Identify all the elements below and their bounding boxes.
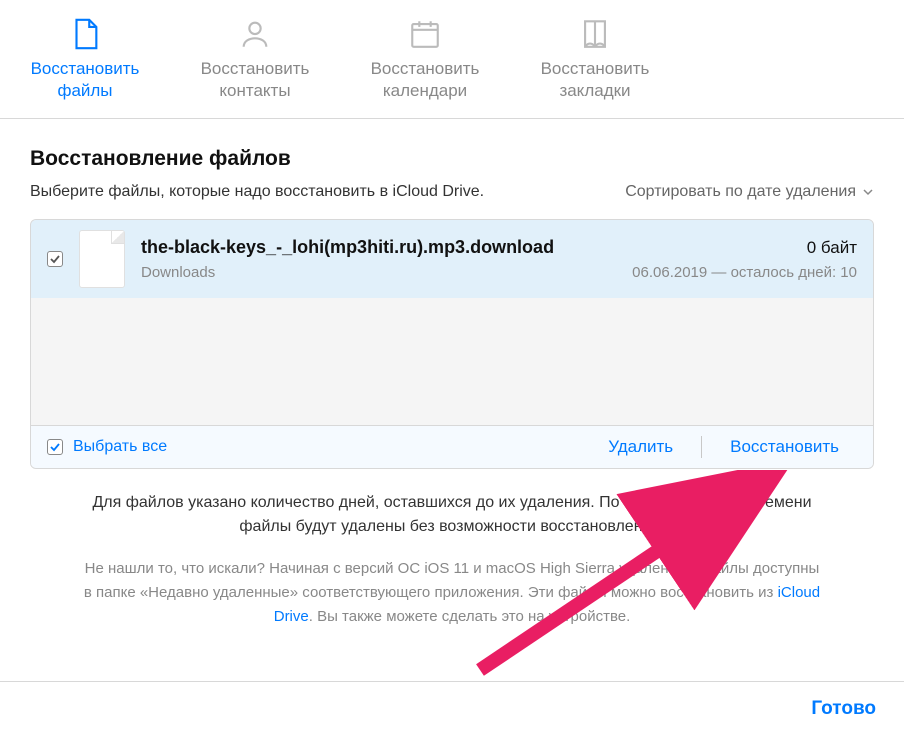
file-date-remaining: 06.06.2019 — осталось дней: 10 — [632, 264, 857, 281]
calendar-icon — [408, 16, 442, 52]
select-all-checkbox[interactable] — [47, 439, 63, 455]
done-button[interactable]: Готово — [811, 698, 876, 720]
restore-button[interactable]: Восстановить — [712, 437, 857, 457]
file-folder: Downloads — [141, 264, 215, 281]
contact-icon — [238, 16, 272, 52]
tab-restore-calendars[interactable]: Восстановитькалендари — [340, 10, 510, 118]
list-empty-space — [31, 298, 873, 425]
tab-label: Восстановитьфайлы — [31, 58, 140, 102]
note-primary: Для файлов указано количество дней, оста… — [80, 491, 824, 539]
select-all-button[interactable]: Выбрать все — [47, 438, 167, 456]
file-thumbnail-icon — [79, 230, 125, 288]
check-icon — [49, 253, 61, 265]
separator — [701, 436, 702, 458]
file-list: the-black-keys_-_lohi(mp3hiti.ru).mp3.do… — [30, 219, 874, 469]
file-row[interactable]: the-black-keys_-_lohi(mp3hiti.ru).mp3.do… — [31, 220, 873, 298]
delete-button[interactable]: Удалить — [590, 437, 691, 457]
select-all-label: Выбрать все — [73, 438, 167, 456]
tab-label: Восстановитьконтакты — [201, 58, 310, 102]
bookmark-icon — [578, 16, 612, 52]
check-icon — [49, 441, 61, 453]
sort-dropdown[interactable]: Сортировать по дате удаления — [625, 183, 874, 201]
file-checkbox[interactable] — [47, 251, 63, 267]
note-secondary: Не нашли то, что искали? Начиная с верси… — [80, 557, 824, 629]
tab-label: Восстановитькалендари — [371, 58, 480, 102]
tab-restore-contacts[interactable]: Восстановитьконтакты — [170, 10, 340, 118]
file-icon — [68, 16, 102, 52]
tab-bar: Восстановитьфайлы Восстановитьконтакты В… — [0, 0, 904, 119]
bottom-bar: Готово — [0, 681, 904, 736]
tab-restore-bookmarks[interactable]: Восстановитьзакладки — [510, 10, 680, 118]
chevron-down-icon — [862, 186, 874, 198]
tab-label: Восстановитьзакладки — [541, 58, 650, 102]
section-description: Выберите файлы, которые надо восстановит… — [30, 183, 484, 201]
sort-label: Сортировать по дате удаления — [625, 183, 856, 201]
list-footer-bar: Выбрать все Удалить Восстановить — [31, 425, 873, 468]
file-size: 0 байт — [807, 238, 857, 258]
section-title: Восстановление файлов — [30, 147, 874, 171]
file-name: the-black-keys_-_lohi(mp3hiti.ru).mp3.do… — [141, 237, 554, 258]
tab-restore-files[interactable]: Восстановитьфайлы — [0, 10, 170, 118]
